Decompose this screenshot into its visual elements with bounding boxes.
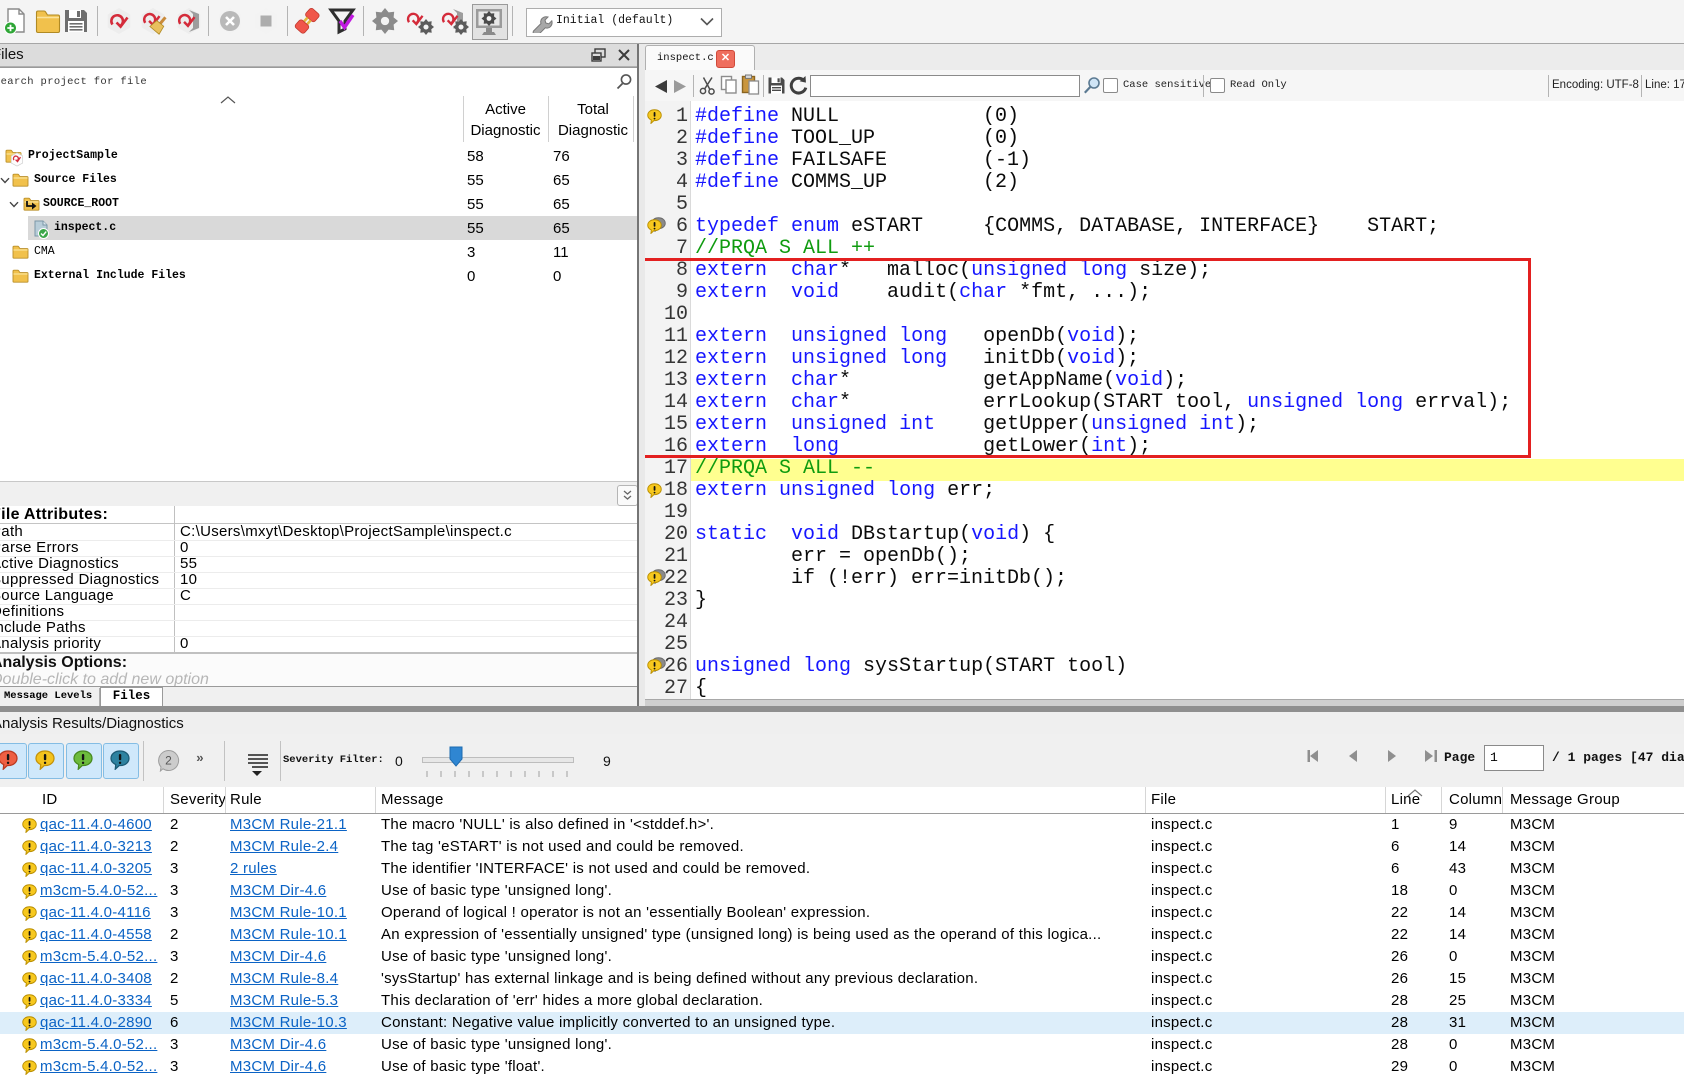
- svg-text:2: 2: [165, 754, 172, 768]
